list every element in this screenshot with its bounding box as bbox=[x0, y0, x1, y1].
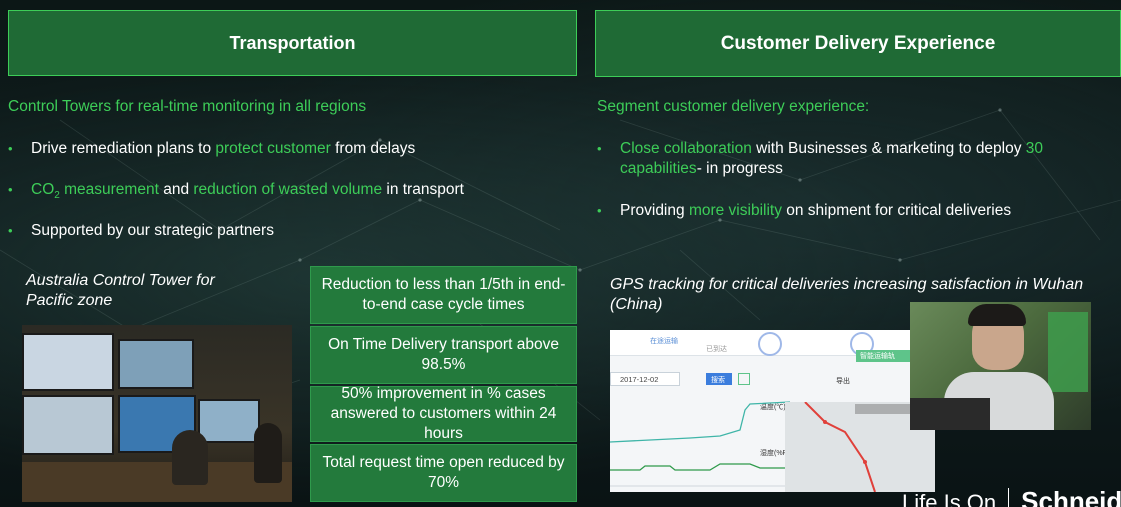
brand-logo-text: Schneid bbox=[1021, 486, 1121, 507]
customer-video-photo bbox=[910, 302, 1091, 430]
footer-separator bbox=[1008, 488, 1010, 507]
bullet-partners: • Supported by our strategic partners bbox=[8, 222, 274, 239]
control-tower-caption: Australia Control Tower for Pacific zone bbox=[26, 272, 215, 309]
refresh-icon[interactable] bbox=[738, 373, 750, 385]
transportation-header: Transportation bbox=[8, 10, 577, 76]
delivery-subtitle: Segment customer delivery experience: bbox=[597, 98, 870, 115]
bullet-co2: • CO2 measurement and reduction of waste… bbox=[8, 181, 464, 202]
footer-slogan: Life Is On bbox=[902, 490, 997, 507]
bullet-collaboration: • Close collaboration with Businesses & … bbox=[597, 140, 1044, 177]
gps-date-field[interactable]: 2017-12-02 bbox=[620, 375, 658, 384]
bullet-visibility: • Providing more visibility on shipment … bbox=[597, 202, 1012, 219]
metric-cases-answered: 50% improvement in % cases answered to c… bbox=[310, 385, 577, 442]
bullet-remediation: • Drive remediation plans to protect cus… bbox=[8, 140, 416, 157]
bullet-dot: • bbox=[8, 141, 13, 156]
gps-sensor-chart bbox=[610, 401, 790, 487]
delivery-experience-header: Customer Delivery Experience bbox=[595, 10, 1121, 77]
footer-brand: Life Is On Schneid bbox=[902, 488, 1121, 507]
gps-legend-2: 已到达 bbox=[706, 346, 727, 353]
gps-tracking-screenshot: 在途运输 已到达 智能运输轨 2017-12-02 搜索 导出 温度(℃) 湿度… bbox=[610, 330, 935, 492]
metric-request-time: Total request time open reduced by 70% bbox=[310, 444, 577, 502]
gps-legend-1: 在途运输 bbox=[650, 338, 678, 345]
bullet-dot: • bbox=[597, 203, 602, 218]
transportation-subtitle: Control Towers for real-time monitoring … bbox=[8, 98, 367, 115]
metric-on-time-delivery: On Time Delivery transport above 98.5% bbox=[310, 326, 577, 384]
metric-cycle-time: Reduction to less than 1/5th in end-to-e… bbox=[310, 266, 577, 324]
bullet-dot: • bbox=[8, 223, 13, 238]
control-room-photo bbox=[22, 325, 292, 502]
bullet-dot: • bbox=[597, 141, 602, 156]
bullet-dot: • bbox=[8, 182, 13, 197]
